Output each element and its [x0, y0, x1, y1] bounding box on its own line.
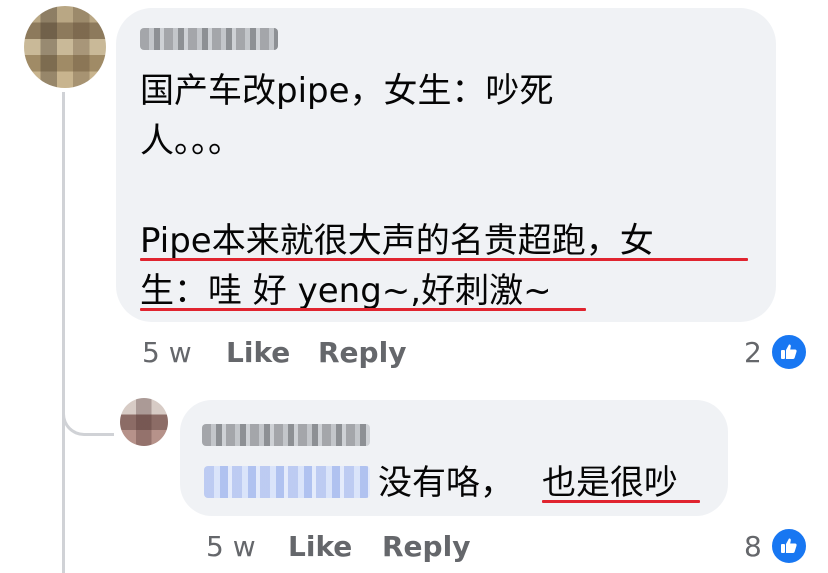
reaction-count[interactable]: 2 [744, 336, 762, 370]
thumbs-up-icon[interactable] [770, 527, 808, 565]
mention-tag-blurred[interactable] [204, 466, 370, 498]
reply-button[interactable]: Reply [382, 530, 470, 564]
red-underline-annotation [542, 500, 700, 503]
reply-text: 没有咯， [378, 463, 514, 503]
thread-branch-line [62, 392, 114, 436]
comment-thread: 国产车改pipe，女生：吵死 人。。。 Pipe本来就很大声的名贵超跑，女 生：… [0, 0, 828, 573]
like-button[interactable]: Like [288, 530, 352, 564]
commenter-name-blurred[interactable] [140, 28, 278, 50]
thread-line [62, 92, 65, 573]
replier-name-blurred[interactable] [202, 424, 370, 446]
reaction-count[interactable]: 8 [744, 530, 762, 564]
comment-text-line: 国产车改pipe，女生：吵死 [140, 71, 554, 111]
comment-timestamp[interactable]: 5 w [142, 336, 192, 370]
like-button[interactable]: Like [226, 336, 290, 370]
red-underline-annotation [140, 258, 748, 261]
avatar[interactable] [120, 398, 168, 446]
reply-button[interactable]: Reply [318, 336, 406, 370]
reply-timestamp[interactable]: 5 w [206, 530, 256, 564]
avatar[interactable] [24, 6, 106, 88]
thumbs-up-icon[interactable] [770, 333, 808, 371]
comment-text-line: 人。。。 [140, 121, 242, 161]
red-underline-annotation [140, 308, 586, 311]
